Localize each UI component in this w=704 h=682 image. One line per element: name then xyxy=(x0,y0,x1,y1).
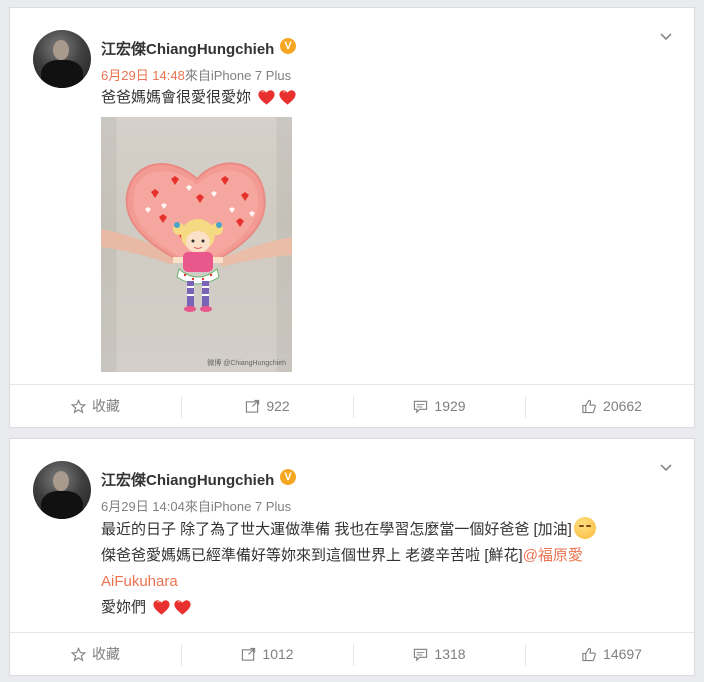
post-text-line: 爸爸媽媽會很愛很愛妳 xyxy=(101,89,252,106)
thumbs-up-icon xyxy=(582,647,596,661)
favorite-button[interactable]: 收藏 xyxy=(10,633,181,675)
post-text-line: 愛妳們 xyxy=(101,599,147,616)
comment-button[interactable]: 1318 xyxy=(354,633,525,675)
repost-count: 922 xyxy=(266,398,290,414)
action-bar: 收藏 922 1929 20662 xyxy=(10,384,694,427)
star-icon xyxy=(71,398,86,413)
weibo-post-1: 江宏傑ChiangHungchieh V 6月29日 14:48來自iPhone… xyxy=(9,7,695,428)
like-count: 20662 xyxy=(603,398,642,414)
post-source: 來自iPhone 7 Plus xyxy=(184,68,292,83)
verified-icon: V xyxy=(280,469,296,485)
avatar[interactable] xyxy=(33,461,91,519)
favorite-label: 收藏 xyxy=(92,398,120,414)
post-time[interactable]: 6月29日 14:04 xyxy=(101,499,185,514)
post-text: AiFukuhara xyxy=(101,569,178,595)
post-meta: 6月29日 14:04來自iPhone 7 Plus xyxy=(101,496,291,515)
mention-link[interactable]: @福原愛 xyxy=(523,547,583,564)
weibo-post-2: 江宏傑ChiangHungchieh V 6月29日 14:04來自iPhone… xyxy=(9,438,695,676)
photo-watermark: 微博 @ChiangHungchieh xyxy=(207,360,286,367)
avatar[interactable] xyxy=(33,30,91,88)
comment-icon xyxy=(414,400,428,413)
post-source: 來自iPhone 7 Plus xyxy=(184,499,292,514)
post-text: 傑爸爸愛媽媽已經準備好等妳來到這個世界上 老婆辛苦啦 [鮮花]@福原愛 xyxy=(101,543,583,569)
post-time[interactable]: 6月29日 14:48 xyxy=(101,68,185,83)
repost-icon xyxy=(242,647,256,661)
like-button[interactable]: 20662 xyxy=(526,385,697,427)
post-text: 爸爸媽媽會很愛很愛妳 xyxy=(101,85,297,111)
username[interactable]: 江宏傑ChiangHungchieh xyxy=(101,38,274,59)
like-button[interactable]: 14697 xyxy=(526,633,697,675)
post-text-line: 傑爸爸愛媽媽已經準備好等妳來到這個世界上 老婆辛苦啦 [鮮花] xyxy=(101,547,523,564)
verified-icon: V xyxy=(280,38,296,54)
favorite-button[interactable]: 收藏 xyxy=(10,385,181,427)
chevron-down-icon[interactable] xyxy=(658,28,674,44)
post-text-line: 最近的日子 除了為了世大運做準備 我也在學習怎麼當一個好爸爸 [加油] xyxy=(101,521,572,538)
heart-icon xyxy=(153,600,170,615)
thumbs-up-icon xyxy=(582,399,596,413)
like-count: 14697 xyxy=(603,646,642,662)
username[interactable]: 江宏傑ChiangHungchieh xyxy=(101,469,274,490)
comment-icon xyxy=(414,648,428,661)
heart-icon xyxy=(258,90,275,105)
star-icon xyxy=(71,646,86,661)
repost-button[interactable]: 1012 xyxy=(182,633,353,675)
post-meta: 6月29日 14:48來自iPhone 7 Plus xyxy=(101,65,291,84)
repost-button[interactable]: 922 xyxy=(182,385,353,427)
post-text: 愛妳們 xyxy=(101,595,192,621)
heart-icon xyxy=(279,90,296,105)
post-text: 最近的日子 除了為了世大運做準備 我也在學習怎麼當一個好爸爸 [加油] xyxy=(101,517,596,543)
post-photo[interactable]: 微博 @ChiangHungchieh xyxy=(101,117,292,372)
chevron-down-icon[interactable] xyxy=(658,459,674,475)
cheer-emoji-icon xyxy=(573,517,596,539)
comment-button[interactable]: 1929 xyxy=(354,385,525,427)
action-bar: 收藏 1012 1318 14697 xyxy=(10,632,694,675)
repost-icon xyxy=(246,399,260,413)
repost-count: 1012 xyxy=(262,646,294,662)
mention-link[interactable]: AiFukuhara xyxy=(101,573,178,590)
heart-icon xyxy=(174,600,191,615)
comment-count: 1318 xyxy=(434,646,466,662)
comment-count: 1929 xyxy=(434,398,466,414)
favorite-label: 收藏 xyxy=(92,646,120,662)
